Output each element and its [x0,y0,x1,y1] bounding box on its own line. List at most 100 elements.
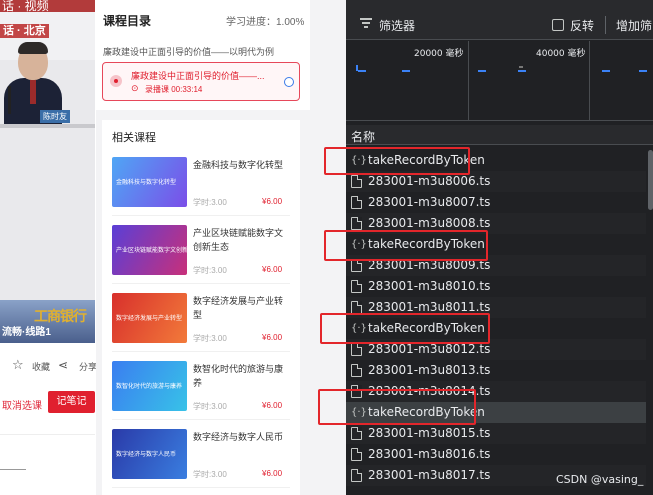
course-name[interactable]: 数字经济发展与产业转型 [193,294,287,322]
devtools-network-panel: 筛选器 反转 增加筛 20000 毫秒 40000 毫秒 名称 {·} takeR… [318,0,653,495]
active-lesson-title: 廉政建设中正面引导的价值——... [131,71,265,81]
video-location-banner: 话 · 北京 [0,24,49,38]
video-actions: ☆ 收藏 ⋖ 分享 [0,358,97,374]
course-sidebar: 课程目录 学习进度：1.00% 廉政建设中正面引导的价值——以明代为例 廉政建设… [96,0,310,495]
course-thumbnail[interactable]: 数智化时代的旅游与康养 [112,361,187,411]
course-thumbnail-text: 数智化时代的旅游与康养 [116,384,183,390]
active-lesson-meta: 录播课 00:33:14 [145,85,203,94]
video-title-strip: 话 · 视频 [0,0,95,12]
timeline-tick: 40000 毫秒 [536,49,586,59]
related-courses-title: 相关课程 [112,132,156,144]
course-hours: 学时:3.00 [193,334,227,343]
request-name: 283001-m3u8012.ts [368,342,491,356]
microphone-icon [8,86,11,114]
request-name: 283001-m3u8007.ts [368,195,491,209]
divider [112,487,290,488]
divider [112,419,290,420]
network-request-row[interactable]: 283001-m3u8013.ts [346,360,653,381]
document-icon [351,175,362,188]
highlight-box [320,313,490,344]
document-icon [351,343,362,356]
video-quality-line[interactable]: 流畅·线路1 [2,323,51,338]
watermark: CSDN @vasing_ [556,473,644,486]
course-hours: 学时:3.00 [193,266,227,275]
lectern [0,124,95,128]
network-request-row[interactable]: 283001-m3u8010.ts [346,276,653,297]
course-thumbnail[interactable]: 数字经济发展与产业转型 [112,293,187,343]
related-course-item[interactable]: 金融科技与数字化转型 金融科技与数字化转型 学时:3.00 ¥6.00 [112,157,290,217]
course-price: ¥6.00 [262,197,283,206]
divider [112,351,290,352]
network-request-row[interactable]: 283001-m3u8016.ts [346,444,653,465]
related-courses: 相关课程 金融科技与数字化转型 金融科技与数字化转型 学时:3.00 ¥6.00 产业区… [102,120,300,495]
lesson-status-radio[interactable] [284,77,294,87]
highlight-box [324,230,488,261]
course-name[interactable]: 产业区块链赋能数字文创新生态 [193,226,287,254]
course-name[interactable]: 金融科技与数字化转型 [193,158,287,172]
take-notes-button[interactable]: 记笔记 [48,391,95,413]
highlight-box [324,147,470,175]
course-price: ¥6.00 [262,401,283,410]
related-course-item[interactable]: 数字经济与数字人民币 数字经济与数字人民币 学时:3.00 ¥6.00 [112,429,290,489]
filter-input[interactable]: 筛选器 [379,17,415,34]
scrollbar-thumb[interactable] [648,150,653,210]
network-request-row[interactable]: 283001-m3u8007.ts [346,192,653,213]
invert-checkbox[interactable] [552,19,564,31]
network-overview-timeline[interactable]: 20000 毫秒 40000 毫秒 [346,41,653,121]
course-hours: 学时:3.00 [193,402,227,411]
course-price: ¥6.00 [262,469,283,478]
document-icon [351,280,362,293]
filter-bar: 筛选器 反转 增加筛 [346,10,653,40]
name-column-label: 名称 [351,130,376,144]
highlight-box [318,389,476,425]
play-icon: ⊙ [131,83,139,93]
course-thumbnail-text: 产业区块链赋能数字文创新生态 [116,248,187,254]
network-request-row[interactable]: 283001-m3u8015.ts [346,423,653,444]
document-icon [351,469,362,482]
request-name: 283001-m3u8011.ts [368,300,491,314]
divider [112,283,290,284]
related-course-item[interactable]: 产业区块链赋能数字文创新生态产业区块链赋能数字文创新生态学时:3.00 ¥6.00 [112,225,290,285]
invert-label: 反转 [570,19,595,33]
record-icon [110,75,122,87]
course-price: ¥6.00 [262,333,283,342]
course-thumbnail[interactable]: 金融科技与数字化转型 [112,157,187,207]
video-player[interactable]: 话 · 视频 话 · 北京 陈时友 工商银行 流畅·线路1 [0,0,95,343]
course-hours: 学时:3.00 [193,470,227,479]
document-icon [351,217,362,230]
speaker-nameplate: 陈时友 [40,110,70,123]
document-icon [351,196,362,209]
course-thumbnail-text: 金融科技与数字化转型 [116,180,177,186]
course-thumbnail-text: 数字经济与数字人民币 [116,452,177,458]
more-filters-button[interactable]: 增加筛 [616,17,652,34]
favorite-label[interactable]: 收藏 [32,360,50,373]
request-name: 283001-m3u8016.ts [368,447,491,461]
request-name: 283001-m3u8010.ts [368,279,491,293]
divider [112,215,290,216]
share-icon[interactable]: ⋖ [58,358,68,372]
active-lesson-item[interactable]: 廉政建设中正面引导的价值——... ⊙ 录播课 00:33:14 [102,62,300,101]
request-name: 283001-m3u8008.ts [368,216,491,230]
request-name: 283001-m3u8017.ts [368,468,491,482]
course-price: ¥6.00 [262,265,283,274]
request-name: 283001-m3u8006.ts [368,174,491,188]
course-outline: 课程目录 学习进度：1.00% 廉政建设中正面引导的价值——以明代为例 廉政建设… [96,0,310,110]
document-icon [351,448,362,461]
course-thumbnail[interactable]: 数字经济与数字人民币 [112,429,187,479]
share-label[interactable]: 分享 [79,360,97,373]
chapter-title[interactable]: 廉政建设中正面引导的价值——以明代为例 [103,45,274,58]
request-name: 283001-m3u8015.ts [368,426,491,440]
star-icon[interactable]: ☆ [12,358,24,372]
filter-icon[interactable] [360,18,372,28]
course-thumbnail[interactable]: 产业区块链赋能数字文创新生态 [112,225,187,275]
document-icon [351,364,362,377]
video-frame-bottom: 工商银行 流畅·线路1 [0,300,95,343]
course-name[interactable]: 数智化时代的旅游与康养 [193,362,287,390]
course-hours: 学时:3.00 [193,198,227,207]
cancel-enroll-link[interactable]: 取消选课 [2,397,42,412]
related-course-item[interactable]: 数智化时代的旅游与康养 数智化时代的旅游与康养 学时:3.00 ¥6.00 [112,361,290,421]
name-column-header[interactable]: 名称 [346,125,653,145]
related-course-item[interactable]: 数字经济发展与产业转型 数字经济发展与产业转型 学时:3.00 ¥6.00 [112,293,290,353]
bottom-card [0,434,95,495]
course-name[interactable]: 数字经济与数字人民币 [193,430,287,444]
